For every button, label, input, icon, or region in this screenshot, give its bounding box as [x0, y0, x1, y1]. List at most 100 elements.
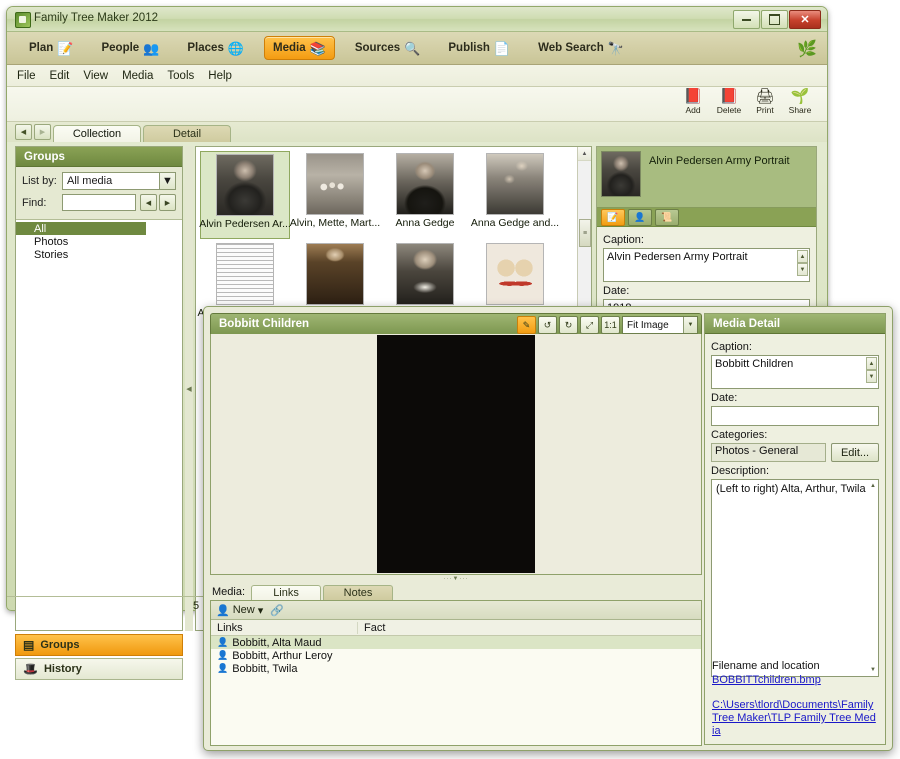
- dialog-date-label: Date:: [711, 392, 738, 404]
- new-link-button[interactable]: 👤 New ▾: [216, 604, 263, 617]
- delete-media-button[interactable]: 📕 Delete: [712, 89, 746, 115]
- menu-tools[interactable]: Tools: [167, 70, 194, 82]
- date-label: Date:: [603, 285, 630, 297]
- tab-detail[interactable]: Detail: [143, 125, 231, 142]
- find-input[interactable]: [62, 194, 136, 211]
- sidebar-label-groups: Groups: [40, 639, 80, 651]
- nav-item-places[interactable]: Places 🌐: [179, 37, 252, 59]
- dialog-categories-value: Photos - General: [711, 443, 826, 462]
- caption-label: Caption:: [603, 234, 644, 246]
- group-item-all[interactable]: All: [16, 222, 146, 235]
- print-label: Print: [756, 105, 774, 115]
- media-thumbnail[interactable]: Alvin Pedersen Ar...: [199, 151, 291, 239]
- people-link-icon[interactable]: 👤: [628, 208, 652, 226]
- nav-label-people: People: [101, 42, 140, 54]
- find-prev-button[interactable]: ◀: [140, 194, 157, 211]
- back-button[interactable]: ◀: [15, 124, 32, 140]
- dialog-left-column: Bobbitt Children ✎ ↺ ↻ ⤢ 1:1 Fit Image ▼…: [210, 313, 702, 746]
- panel-splitter[interactable]: ◀: [185, 146, 193, 631]
- group-item-stories[interactable]: Stories: [16, 248, 182, 261]
- menu-view[interactable]: View: [83, 70, 108, 82]
- dialog-description-field[interactable]: (Left to right) Alta, Arthur, Twila ▲ ▼: [711, 479, 879, 677]
- detail-edit-icon[interactable]: 📝: [601, 208, 625, 226]
- close-button[interactable]: ✕: [789, 10, 821, 29]
- unlink-icon[interactable]: 🔗: [270, 604, 284, 617]
- find-buttons: ◀ ▶: [140, 194, 176, 211]
- nav-label-web-search: Web Search: [538, 42, 604, 54]
- nav-label-plan: Plan: [29, 42, 54, 54]
- dialog-media-detail-panel: Media Detail Caption: Bobbitt Children ▲…: [704, 313, 886, 745]
- thumbnail-image: [216, 154, 274, 216]
- link-row[interactable]: 👤 Bobbitt, Twila: [211, 662, 701, 675]
- people-icon: 👥: [143, 40, 160, 56]
- menu-edit[interactable]: Edit: [50, 70, 70, 82]
- menu-media[interactable]: Media: [122, 70, 153, 82]
- list-by-select[interactable]: All media ▼: [62, 172, 176, 190]
- print-button[interactable]: 🖨 Print: [748, 89, 782, 115]
- find-next-button[interactable]: ▶: [159, 194, 176, 211]
- forward-button[interactable]: ▶: [34, 124, 51, 140]
- dialog-date-field[interactable]: [711, 406, 879, 426]
- menu-help[interactable]: Help: [208, 70, 232, 82]
- menu-file[interactable]: File: [17, 70, 36, 82]
- scroll-up-icon[interactable]: ▲: [870, 483, 876, 489]
- dialog-caption-field[interactable]: Bobbitt Children ▲ ▼: [711, 355, 879, 389]
- rotate-right-icon[interactable]: ↻: [559, 316, 578, 334]
- link-name: Bobbitt, Arthur Leroy: [232, 649, 333, 662]
- maximize-button[interactable]: [761, 10, 788, 29]
- add-media-icon: 📕: [683, 88, 703, 105]
- add-media-button[interactable]: 📕 Add: [676, 89, 710, 115]
- nav-label-places: Places: [187, 42, 224, 54]
- tab-collection[interactable]: Collection: [53, 125, 141, 142]
- media-thumbnail[interactable]: Anna Gedge: [380, 151, 470, 239]
- sidebar-buttons: ▤ Groups 🎩 History: [15, 634, 183, 682]
- location-link[interactable]: C:\Users\tlord\Documents\Family Tree Mak…: [712, 699, 878, 738]
- fullscreen-icon[interactable]: ⤢: [580, 316, 599, 334]
- thumbnail-caption: Anna Gedge and...: [470, 217, 560, 229]
- nav-item-web-search[interactable]: Web Search 🔭: [530, 37, 632, 59]
- filename-link[interactable]: BOBBITTchildren.bmp: [712, 674, 878, 687]
- media-thumbnail[interactable]: Alvin, Mette, Mart...: [290, 151, 380, 239]
- caption-field[interactable]: Alvin Pedersen Army Portrait ▲ ▼: [603, 248, 810, 282]
- thumbnail-caption: Alvin, Mette, Mart...: [289, 217, 381, 229]
- nav-item-plan[interactable]: Plan 📝: [21, 37, 81, 59]
- list-by-row: List by: All media ▼: [22, 172, 176, 190]
- nav-item-publish[interactable]: Publish 📄: [440, 37, 518, 59]
- dialog-categories-edit-button[interactable]: Edit...: [831, 443, 879, 462]
- thumbnail-caption: Anna Gedge: [395, 217, 455, 229]
- dialog-image-viewer[interactable]: [210, 334, 702, 575]
- actual-size-icon[interactable]: 1:1: [601, 316, 620, 334]
- share-button[interactable]: 🌱 Share: [783, 89, 817, 115]
- thumbnail-image: [306, 243, 364, 305]
- dialog-detail-body: Caption: Bobbitt Children ▲ ▼ Date: Categ…: [705, 334, 885, 681]
- scroll-up-icon[interactable]: ▲: [578, 147, 591, 161]
- dialog-categories-label: Categories:: [711, 429, 768, 441]
- group-item-photos[interactable]: Photos: [16, 235, 182, 248]
- edit-pencil-icon[interactable]: ✎: [517, 316, 536, 334]
- nav-item-people[interactable]: People 👥: [93, 37, 167, 59]
- sidebar-item-groups[interactable]: ▤ Groups: [15, 634, 183, 656]
- caption-spinner[interactable]: ▲ ▼: [797, 250, 808, 276]
- zoom-level-select[interactable]: Fit Image ▼: [622, 316, 698, 334]
- nav-item-sources[interactable]: Sources 🔍: [347, 37, 429, 59]
- nav-item-media[interactable]: Media 📚: [264, 36, 335, 60]
- zoom-level-value: Fit Image: [627, 319, 669, 331]
- tab-links[interactable]: Links: [251, 585, 322, 600]
- links-column-fact: Fact: [357, 621, 701, 634]
- dialog-caption-spinner[interactable]: ▲ ▼: [866, 357, 877, 383]
- tab-notes[interactable]: Notes: [323, 585, 394, 600]
- sidebar-label-history: History: [43, 663, 82, 675]
- delete-media-icon: 📕: [719, 88, 739, 105]
- notes-icon[interactable]: 📜: [655, 208, 679, 226]
- links-column-name: Links: [217, 621, 243, 634]
- sidebar-item-history[interactable]: 🎩 History: [15, 658, 183, 680]
- link-row[interactable]: 👤 Bobbitt, Alta Maud: [211, 636, 701, 649]
- scrollbar-thumb[interactable]: ≡: [579, 219, 591, 247]
- printer-icon: 🖨: [755, 88, 775, 105]
- dialog-resize-grip[interactable]: ···▼···: [210, 575, 702, 583]
- media-thumbnail[interactable]: Anna Gedge and...: [470, 151, 560, 239]
- link-row[interactable]: 👤 Bobbitt, Arthur Leroy: [211, 649, 701, 662]
- minimize-button[interactable]: [733, 10, 760, 29]
- rotate-left-icon[interactable]: ↺: [538, 316, 557, 334]
- person-icon: 👤: [217, 650, 229, 660]
